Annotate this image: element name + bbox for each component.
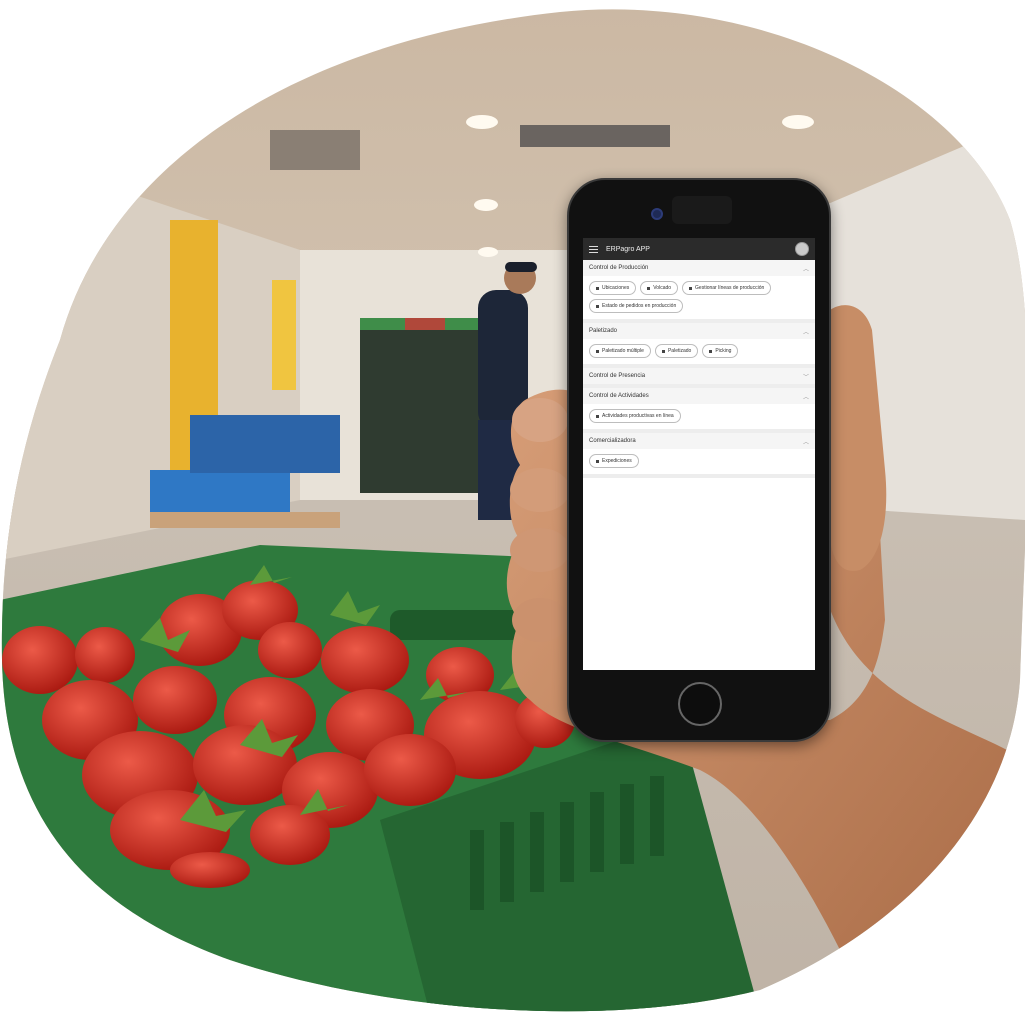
chip-label: Paletizado múltiple — [602, 348, 644, 354]
chevron-up-icon[interactable]: ︿ — [803, 437, 809, 446]
section-panel: Control de Actividades ︿ Actividades produ… — [583, 388, 815, 433]
section-panel: Control de Presencia ﹀ — [583, 368, 815, 388]
section-header[interactable]: Comercializadora ︿ — [583, 433, 815, 449]
square-icon — [596, 349, 599, 353]
chevron-up-icon[interactable]: ︿ — [803, 392, 809, 401]
module-chip-button[interactable]: Volcado — [640, 281, 679, 295]
chip-label: Actividades productivas en línea — [602, 413, 674, 419]
module-chip-button[interactable]: Picking — [702, 344, 739, 358]
section-header[interactable]: Paletizado ︿ — [583, 323, 815, 339]
smartphone: ERPagro APP Control de Producción ︿ Ubicac… — [567, 178, 831, 742]
square-icon — [689, 286, 693, 290]
section-panel: Comercializadora ︿ Expediciones — [583, 433, 815, 478]
module-chip-button[interactable]: Paletizado múltiple — [589, 344, 651, 358]
section-header[interactable]: Control de Producción ︿ — [583, 260, 815, 276]
section-actions: Ubicaciones Volcado Gestionar líneas de pr… — [583, 276, 815, 319]
section-title: Control de Producción — [589, 265, 649, 271]
square-icon — [596, 304, 599, 308]
section-panel: Control de Producción ︿ Ubicaciones Volcado… — [583, 260, 815, 323]
module-chip-button[interactable]: Gestionar líneas de producción — [682, 281, 772, 295]
chip-label: Paletizado — [667, 348, 692, 354]
home-button[interactable] — [678, 682, 722, 726]
module-list: Control de Producción ︿ Ubicaciones Volcado… — [583, 260, 815, 478]
phone-speaker — [672, 196, 732, 224]
photo-scene: ERPagro APP Control de Producción ︿ Ubicac… — [0, 0, 1025, 1014]
section-title: Comercializadora — [589, 438, 636, 444]
chip-label: Picking — [715, 348, 732, 354]
section-header[interactable]: Control de Actividades ︿ — [583, 388, 815, 404]
module-chip-button[interactable]: Actividades productivas en línea — [589, 409, 681, 423]
app-bar: ERPagro APP — [583, 238, 815, 260]
module-chip-button[interactable]: Estado de pedidos en producción — [589, 299, 684, 313]
section-actions: Paletizado múltiple Paletizado Picking — [583, 339, 815, 364]
chip-label: Volcado — [653, 285, 672, 291]
section-title: Paletizado — [589, 328, 618, 334]
square-icon — [596, 459, 599, 463]
square-icon — [596, 414, 599, 418]
module-chip-button[interactable]: Expediciones — [589, 454, 639, 468]
chevron-down-icon[interactable]: ﹀ — [803, 372, 809, 381]
module-chip-button[interactable]: Ubicaciones — [589, 281, 637, 295]
square-icon — [661, 349, 665, 353]
square-icon — [647, 286, 651, 290]
square-icon — [596, 286, 599, 290]
chip-label: Estado de pedidos en producción — [602, 303, 677, 309]
hamburger-menu-icon[interactable] — [589, 245, 598, 253]
chip-label: Gestionar líneas de producción — [695, 285, 765, 291]
chip-label: Expediciones — [602, 458, 632, 464]
chevron-up-icon[interactable]: ︿ — [803, 264, 809, 273]
section-title: Control de Actividades — [589, 393, 649, 399]
chip-label: Ubicaciones — [602, 285, 630, 291]
front-camera-icon — [651, 208, 663, 220]
square-icon — [709, 349, 713, 353]
warehouse-photo — [1, 9, 1025, 1012]
app-title: ERPagro APP — [606, 245, 650, 253]
section-panel: Paletizado ︿ Paletizado múltiple Paletizado… — [583, 323, 815, 368]
section-title: Control de Presencia — [589, 373, 646, 379]
section-header[interactable]: Control de Presencia ﹀ — [583, 368, 815, 384]
user-avatar[interactable] — [795, 242, 809, 256]
app-screen: ERPagro APP Control de Producción ︿ Ubicac… — [583, 238, 815, 670]
chevron-up-icon[interactable]: ︿ — [803, 327, 809, 336]
section-actions: Expediciones — [583, 449, 815, 474]
module-chip-button[interactable]: Paletizado — [654, 344, 699, 358]
section-actions: Actividades productivas en línea — [583, 404, 815, 429]
